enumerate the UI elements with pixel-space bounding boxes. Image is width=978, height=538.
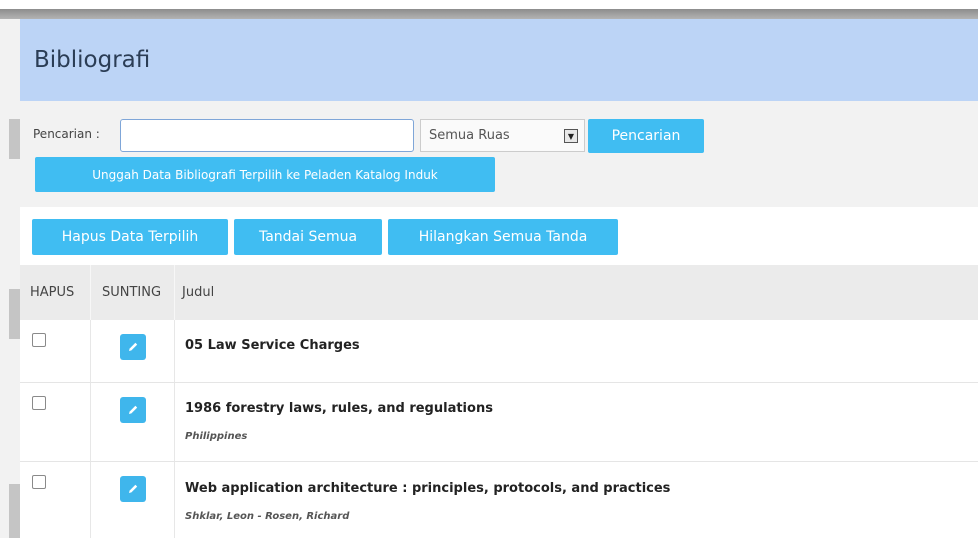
cell-divider (174, 462, 175, 538)
table-header: HAPUS SUNTING Judul (20, 265, 978, 320)
field-select[interactable]: Semua Ruas ▼ (420, 119, 585, 152)
search-button[interactable]: Pencarian (588, 119, 704, 153)
cell-divider (174, 383, 175, 461)
table-row: 1986 forestry laws, rules, and regulatio… (20, 383, 978, 462)
row-checkbox[interactable] (32, 396, 46, 410)
row-checkbox[interactable] (32, 333, 46, 347)
column-header-sunting: SUNTING (102, 285, 162, 300)
bibliography-author: Shklar, Leon - Rosen, Richard (185, 511, 350, 522)
table-row: Web application architecture : principle… (20, 462, 978, 538)
bibliography-title[interactable]: 1986 forestry laws, rules, and regulatio… (185, 401, 493, 416)
row-checkbox[interactable] (32, 475, 46, 489)
action-bar: Hapus Data Terpilih Tandai Semua Hilangk… (20, 207, 978, 265)
edit-button[interactable] (120, 334, 146, 360)
pencil-icon (129, 484, 138, 493)
unmark-all-button[interactable]: Hilangkan Semua Tanda (388, 219, 618, 255)
left-edge-bar (9, 289, 20, 339)
cell-divider (90, 383, 91, 461)
pencil-icon (129, 342, 138, 351)
bibliography-title[interactable]: Web application architecture : principle… (185, 481, 670, 496)
column-divider (174, 265, 175, 320)
page-header: Bibliografi (20, 19, 978, 101)
bibliography-author: Philippines (185, 431, 248, 442)
mark-all-button[interactable]: Tandai Semua (234, 219, 382, 255)
delete-selected-button[interactable]: Hapus Data Terpilih (32, 219, 228, 255)
left-edge-bar (9, 484, 20, 538)
page-title: Bibliografi (34, 47, 151, 73)
column-divider (90, 265, 91, 320)
cell-divider (174, 320, 175, 382)
dropdown-arrow-icon[interactable]: ▼ (564, 129, 578, 143)
bibliography-panel: Bibliografi Pencarian : Semua Ruas ▼ Pen… (20, 19, 978, 538)
upload-catalog-button[interactable]: Unggah Data Bibliografi Terpilih ke Pela… (35, 157, 495, 192)
cell-divider (90, 462, 91, 538)
left-edge (0, 19, 20, 538)
search-label: Pencarian : (33, 127, 100, 141)
column-header-hapus: HAPUS (30, 285, 75, 300)
cell-divider (90, 320, 91, 382)
field-select-value: Semua Ruas (429, 128, 510, 143)
search-input[interactable] (120, 119, 414, 152)
bibliography-title[interactable]: 05 Law Service Charges (185, 338, 360, 353)
pencil-icon (129, 405, 138, 414)
edit-button[interactable] (120, 397, 146, 423)
table-row: 05 Law Service Charges (20, 320, 978, 383)
window-top-strip (0, 0, 978, 9)
edit-button[interactable] (120, 476, 146, 502)
window-top-shadow (0, 9, 978, 19)
search-area: Pencarian : Semua Ruas ▼ Pencarian Ungga… (20, 101, 978, 207)
column-header-judul: Judul (182, 285, 215, 300)
left-edge-bar (9, 119, 20, 159)
